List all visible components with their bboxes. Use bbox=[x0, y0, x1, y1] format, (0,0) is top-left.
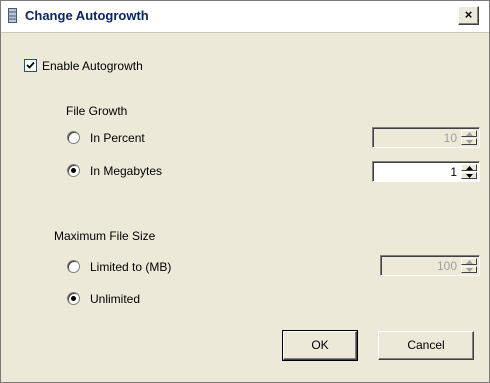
title-bar[interactable]: Change Autogrowth × bbox=[1, 1, 489, 33]
limited-label[interactable]: Limited to (MB) bbox=[90, 260, 171, 274]
close-icon: × bbox=[464, 7, 473, 22]
spin-up-arrow-icon bbox=[466, 132, 473, 136]
limited-value: 100 bbox=[436, 259, 457, 273]
percent-spin-up[interactable] bbox=[461, 130, 477, 137]
in-megabytes-label[interactable]: In Megabytes bbox=[90, 164, 162, 178]
limited-spinbox[interactable]: 100 bbox=[380, 255, 480, 276]
in-percent-label[interactable]: In Percent bbox=[90, 131, 145, 145]
dialog-title: Change Autogrowth bbox=[25, 8, 149, 23]
close-button[interactable]: × bbox=[458, 6, 479, 25]
unlimited-radio[interactable] bbox=[67, 292, 80, 305]
cancel-button[interactable]: Cancel bbox=[378, 331, 474, 360]
spin-up-arrow-icon bbox=[466, 260, 473, 264]
in-percent-radio[interactable] bbox=[67, 131, 80, 144]
spin-down-arrow-icon bbox=[466, 268, 473, 272]
max-file-size-heading: Maximum File Size bbox=[54, 229, 156, 243]
change-autogrowth-dialog: Change Autogrowth × Enable Autogrowth Fi… bbox=[0, 0, 490, 383]
enable-autogrowth-label[interactable]: Enable Autogrowth bbox=[42, 59, 143, 73]
megabytes-value: 1 bbox=[450, 165, 457, 179]
limited-spin-up[interactable] bbox=[461, 258, 477, 265]
limited-spin-down[interactable] bbox=[461, 266, 477, 273]
ok-button[interactable]: OK bbox=[282, 330, 358, 361]
radio-selected-dot bbox=[71, 168, 76, 173]
percent-spin-down[interactable] bbox=[461, 138, 477, 145]
radio-selected-dot bbox=[71, 296, 76, 301]
spin-up-arrow-icon bbox=[466, 166, 473, 170]
limited-radio[interactable] bbox=[67, 260, 80, 273]
megabytes-spin-up[interactable] bbox=[461, 164, 477, 171]
spin-down-arrow-icon bbox=[466, 140, 473, 144]
database-file-icon bbox=[8, 8, 17, 23]
percent-value: 10 bbox=[443, 131, 457, 145]
megabytes-spin-down[interactable] bbox=[461, 172, 477, 179]
spin-down-arrow-icon bbox=[466, 174, 473, 178]
in-megabytes-radio[interactable] bbox=[67, 164, 80, 177]
file-growth-heading: File Growth bbox=[66, 104, 128, 118]
percent-spinbox[interactable]: 10 bbox=[372, 127, 480, 148]
megabytes-spinbox[interactable]: 1 bbox=[372, 161, 480, 182]
unlimited-label[interactable]: Unlimited bbox=[90, 292, 140, 306]
checkmark-icon bbox=[26, 61, 35, 69]
enable-autogrowth-checkbox[interactable] bbox=[24, 59, 37, 72]
